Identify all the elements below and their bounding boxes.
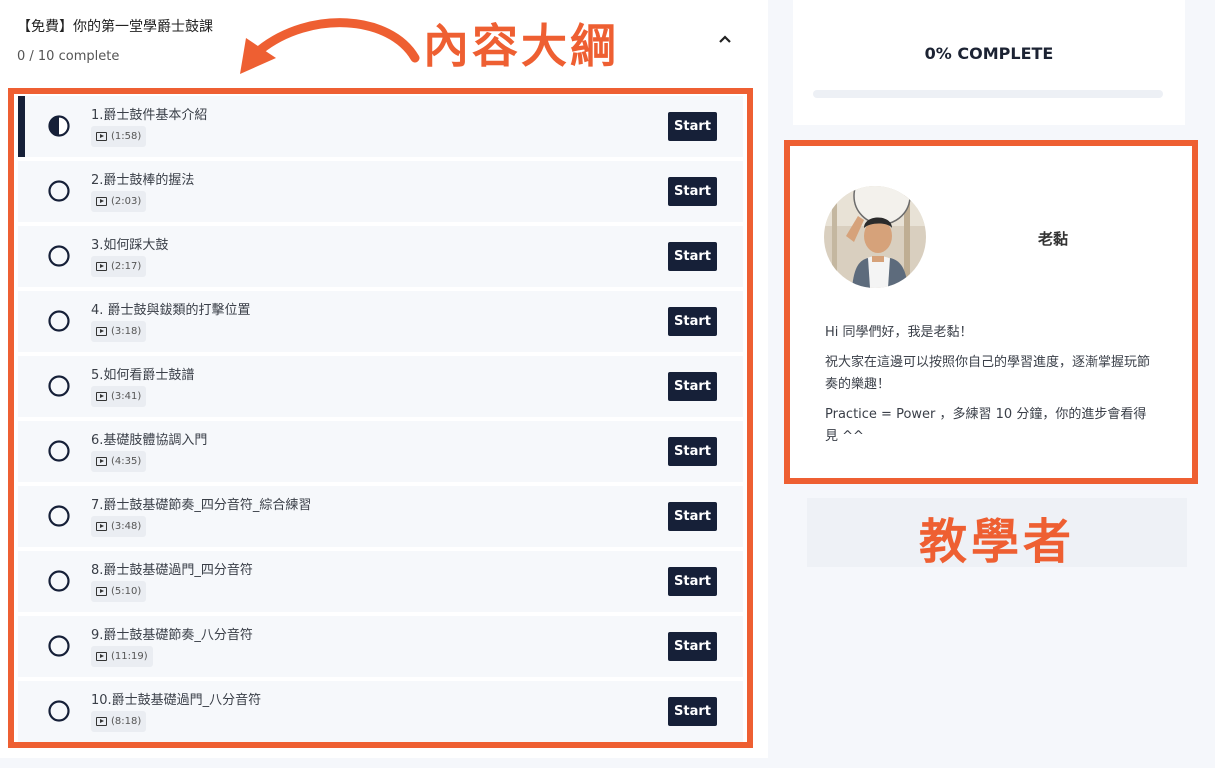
bio-line: Practice = Power ，多練習 10 分鐘，你的進步會看得見 ^^: [825, 407, 1147, 444]
lesson-title[interactable]: 1.爵士鼓件基本介紹: [91, 104, 207, 123]
lesson-row[interactable]: 1.爵士鼓件基本介紹 (1:58) Start: [18, 96, 743, 157]
empty-circle-icon: [48, 635, 70, 657]
lesson-title[interactable]: 10.爵士鼓基礎過門_八分音符: [91, 689, 261, 708]
lesson-duration: (3:48): [91, 516, 147, 537]
lesson-row[interactable]: 7.爵士鼓基礎節奏_四分音符_綜合練習 (3:48) Start: [18, 486, 743, 547]
lesson-title[interactable]: 5.如何看爵士鼓譜: [91, 364, 194, 383]
lesson-title[interactable]: 7.爵士鼓基礎節奏_四分音符_綜合練習: [91, 494, 311, 513]
bio-line: Hi 同學們好，我是老黏！: [825, 325, 973, 340]
lesson-duration: (4:35): [91, 451, 147, 472]
start-button[interactable]: Start: [668, 242, 717, 271]
start-button[interactable]: Start: [668, 307, 717, 336]
progress-card: 0% COMPLETE: [793, 0, 1185, 125]
instructor-bio: Hi 同學們好，我是老黏！ 祝大家在這邊可以按照你自己的學習進度，逐漸掌握玩節奏…: [825, 322, 1155, 456]
video-icon: [96, 717, 107, 726]
bio-line: 祝大家在這邊可以按照你自己的學習進度，逐漸掌握玩節奏的樂趣！: [825, 355, 1151, 392]
lesson-duration-text: (3:48): [111, 521, 142, 532]
annotation-outline-label: 內容大綱: [423, 19, 619, 73]
empty-circle-icon: [48, 310, 70, 332]
collapse-button[interactable]: [714, 28, 736, 50]
empty-circle-icon: [48, 570, 70, 592]
progress-bar: [813, 90, 1163, 98]
video-icon: [96, 392, 107, 401]
lesson-duration: (3:41): [91, 386, 147, 407]
lesson-title[interactable]: 3.如何踩大鼓: [91, 234, 168, 253]
lesson-duration-text: (4:35): [111, 456, 142, 467]
start-button[interactable]: Start: [668, 697, 717, 726]
video-icon: [96, 522, 107, 531]
instructor-label-panel: 教學者: [807, 498, 1187, 570]
empty-circle-icon: [48, 180, 70, 202]
video-icon: [96, 652, 107, 661]
lesson-duration: (3:18): [91, 321, 147, 342]
empty-circle-icon: [48, 700, 70, 722]
start-button[interactable]: Start: [668, 502, 717, 531]
start-button[interactable]: Start: [668, 112, 717, 141]
video-icon: [96, 262, 107, 271]
start-button[interactable]: Start: [668, 632, 717, 661]
lesson-duration-text: (3:18): [111, 326, 142, 337]
lesson-title[interactable]: 8.爵士鼓基礎過門_四分音符: [91, 559, 253, 578]
lesson-duration: (2:17): [91, 256, 147, 277]
start-button[interactable]: Start: [668, 372, 717, 401]
lesson-duration-text: (2:17): [111, 261, 142, 272]
video-icon: [96, 132, 107, 141]
start-button[interactable]: Start: [668, 567, 717, 596]
start-button[interactable]: Start: [668, 177, 717, 206]
half-circle-icon: [48, 115, 70, 137]
video-icon: [96, 457, 107, 466]
lesson-duration-text: (3:41): [111, 391, 142, 402]
lesson-duration: (8:18): [91, 711, 147, 732]
lesson-duration: (1:58): [91, 126, 147, 147]
progress-label: 0% COMPLETE: [924, 44, 1054, 63]
start-button[interactable]: Start: [668, 437, 717, 466]
lesson-list: 1.爵士鼓件基本介紹 (1:58) Start 2.爵士鼓棒的握法 (2:03) Star…: [18, 96, 743, 746]
chevron-up-icon: [719, 35, 731, 43]
lesson-row[interactable]: 6.基礎肢體協調入門 (4:35) Start: [18, 421, 743, 482]
lesson-duration: (2:03): [91, 191, 147, 212]
lesson-title[interactable]: 6.基礎肢體協調入門: [91, 429, 207, 448]
course-outline-panel: 【免費】你的第一堂學爵士鼓課 0 / 10 complete 1.爵士鼓件基本介…: [0, 0, 768, 758]
lesson-duration-text: (2:03): [111, 196, 142, 207]
lesson-duration-text: (5:10): [111, 586, 142, 597]
lesson-row[interactable]: 10.爵士鼓基礎過門_八分音符 (8:18) Start: [18, 681, 743, 742]
lesson-duration-text: (8:18): [111, 716, 142, 727]
instructor-name: 老黏: [1038, 230, 1069, 248]
lesson-title[interactable]: 9.爵士鼓基礎節奏_八分音符: [91, 624, 253, 643]
lesson-duration-text: (11:19): [111, 651, 148, 662]
lesson-duration: (5:10): [91, 581, 147, 602]
instructor-avatar: [824, 186, 926, 288]
video-icon: [96, 327, 107, 336]
annotation-instructor-label: 教學者: [918, 514, 1075, 570]
course-progress-text: 0 / 10 complete: [17, 49, 120, 64]
empty-circle-icon: [48, 505, 70, 527]
video-icon: [96, 587, 107, 596]
lesson-row[interactable]: 9.爵士鼓基礎節奏_八分音符 (11:19) Start: [18, 616, 743, 677]
lesson-row[interactable]: 2.爵士鼓棒的握法 (2:03) Start: [18, 161, 743, 222]
empty-circle-icon: [48, 440, 70, 462]
video-icon: [96, 197, 107, 206]
lesson-list-highlight: 1.爵士鼓件基本介紹 (1:58) Start 2.爵士鼓棒的握法 (2:03) Star…: [8, 88, 753, 748]
empty-circle-icon: [48, 245, 70, 267]
lesson-row[interactable]: 4. 爵士鼓與鈸類的打擊位置 (3:18) Start: [18, 291, 743, 352]
course-title: 【免費】你的第一堂學爵士鼓課: [17, 19, 213, 35]
lesson-duration-text: (1:58): [111, 131, 142, 142]
lesson-row[interactable]: 8.爵士鼓基礎過門_四分音符 (5:10) Start: [18, 551, 743, 612]
lesson-duration: (11:19): [91, 646, 153, 667]
empty-circle-icon: [48, 375, 70, 397]
lesson-row[interactable]: 5.如何看爵士鼓譜 (3:41) Start: [18, 356, 743, 417]
annotation-arrow-icon: [240, 18, 420, 74]
lesson-title[interactable]: 2.爵士鼓棒的握法: [91, 169, 194, 188]
instructor-card: 老黏 Hi 同學們好，我是老黏！ 祝大家在這邊可以按照你自己的學習進度，逐漸掌握…: [784, 140, 1198, 484]
lesson-row[interactable]: 3.如何踩大鼓 (2:17) Start: [18, 226, 743, 287]
lesson-title[interactable]: 4. 爵士鼓與鈸類的打擊位置: [91, 299, 251, 318]
